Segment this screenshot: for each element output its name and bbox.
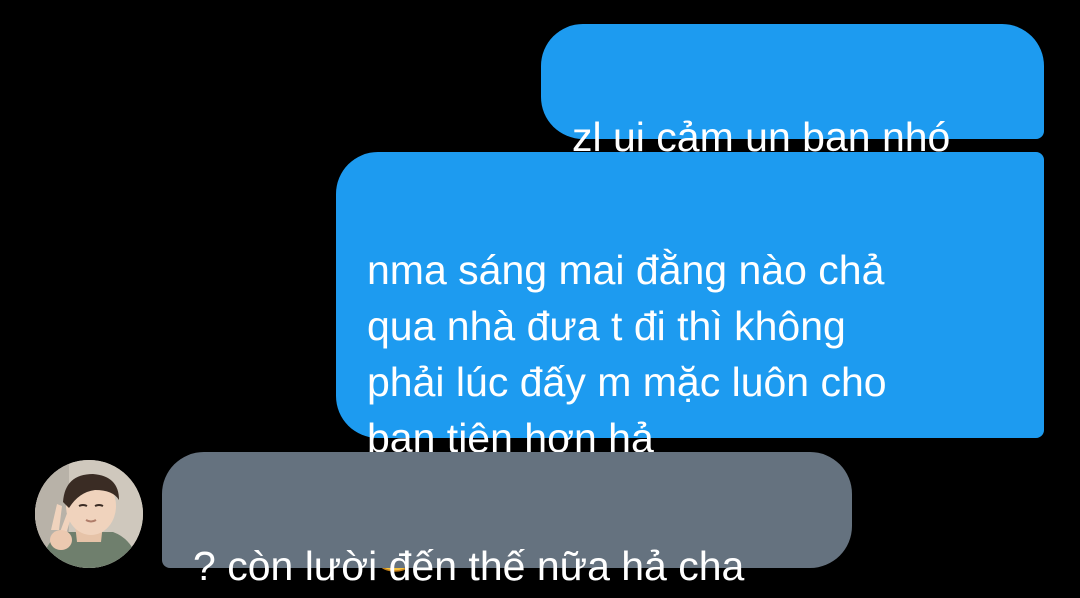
chat-thread: zl ui cảm un bạn nhó nma sáng mai đằng n…: [0, 0, 1080, 598]
message-text: ? còn lười đến thế nữa hả cha: [193, 543, 745, 589]
contact-avatar[interactable]: [35, 460, 143, 568]
sent-message-bubble[interactable]: nma sáng mai đằng nào chả qua nhà đưa t …: [336, 152, 1044, 572]
sent-message-bubble[interactable]: zl ui cảm un bạn nhó: [541, 24, 1044, 160]
received-message-bubble[interactable]: ? còn lười đến thế nữa hả cha: [162, 452, 852, 589]
message-text: nma sáng mai đằng nào chả qua nhà đưa t …: [367, 247, 887, 461]
